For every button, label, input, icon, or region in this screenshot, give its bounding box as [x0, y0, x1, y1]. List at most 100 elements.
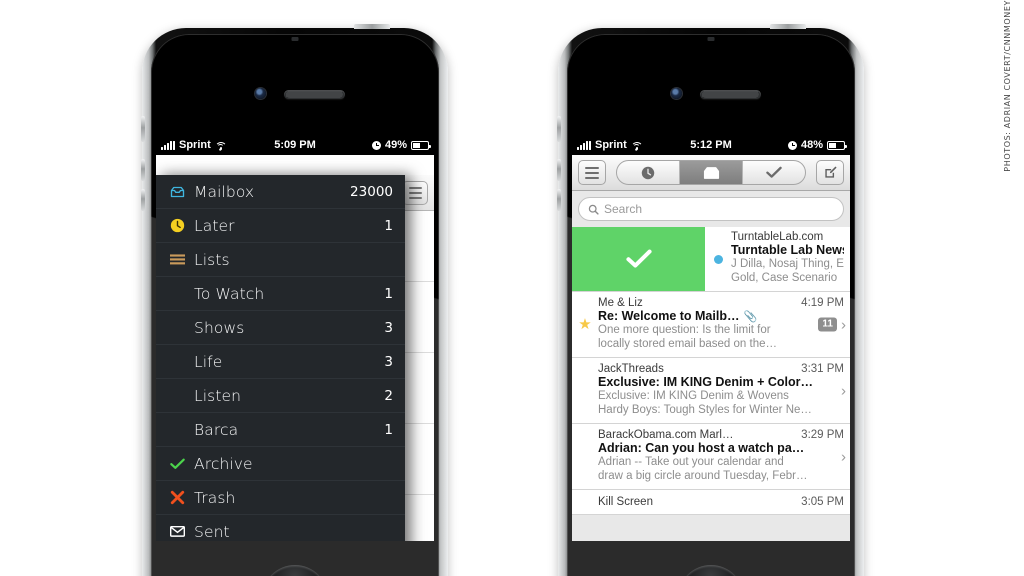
drawer-item-life[interactable]: Life 3 [156, 345, 405, 379]
drawer-item-barca[interactable]: Barca 1 [156, 413, 405, 447]
drawer-item-later[interactable]: Later 1 [156, 209, 405, 243]
email-preview-line1: Adrian -- Take out your calendar and [598, 456, 784, 468]
clock-icon [641, 166, 655, 179]
email-row-gutter [572, 490, 598, 514]
segment-check[interactable] [743, 161, 805, 184]
drawer-item-label: Archive [194, 454, 253, 473]
email-preview-line2: draw a big circle around Tuesday, Febr… [598, 470, 808, 482]
drawer-item-count: 1 [384, 285, 393, 302]
email-preview-line2: Gold, Case Scenario + [731, 272, 838, 284]
email-row[interactable]: Kill Screen 3:05 PM [572, 490, 850, 515]
volume-up-button[interactable] [557, 159, 561, 181]
email-time: 3:29 PM [801, 429, 844, 441]
volume-down-button[interactable] [557, 189, 561, 211]
email-row-accessories: › [841, 449, 846, 464]
power-button[interactable] [770, 24, 806, 29]
email-preview-line1: One more question: Is the limit for [598, 324, 771, 336]
battery-icon [827, 140, 847, 150]
screen-right: Sprint 5:12 PM 48% [572, 135, 850, 541]
drawer-item-count: 1 [384, 421, 393, 438]
drawer-item-listen[interactable]: Listen 2 [156, 379, 405, 413]
view-segmented-control[interactable] [616, 160, 806, 185]
email-subject: Turntable Lab News [731, 243, 844, 257]
star-icon[interactable]: ★ [578, 317, 591, 332]
lists-icon [170, 254, 194, 266]
thread-count-badge: 11 [818, 317, 837, 332]
compose-pencil-icon[interactable] [816, 160, 844, 185]
swipe-archive-action[interactable] [572, 227, 705, 291]
email-row-gutter [705, 227, 731, 291]
drawer-item-label: Shows [194, 318, 245, 337]
status-bar-left: Sprint 5:09 PM 49% [156, 135, 434, 155]
proximity-sensor-icon [291, 37, 299, 41]
hamburger-menu-icon[interactable] [402, 180, 428, 205]
alarm-clock-icon [371, 140, 381, 150]
mailbox-drawer-screen: Mailbox 23000 Later 1 Lists To Watch 1 Shows 3 Li… [156, 155, 434, 541]
volume-down-button[interactable] [141, 189, 145, 211]
inbox-toolbar [572, 155, 850, 191]
alarm-clock-icon [787, 140, 797, 150]
drawer-item-label: Lists [194, 250, 230, 269]
email-subject: Exclusive: IM KING Denim + Color… [598, 375, 813, 389]
chevron-right-icon[interactable]: › [841, 449, 846, 464]
power-button[interactable] [354, 24, 390, 29]
segment-clock[interactable] [617, 161, 680, 184]
mute-switch[interactable] [557, 116, 561, 142]
volume-up-button[interactable] [141, 159, 145, 181]
email-sender: BarackObama.com Marl… [598, 429, 734, 441]
iphone-left: Sprint 5:09 PM 49% [141, 24, 448, 576]
email-preview-line2: locally stored email based on the… [598, 338, 777, 350]
email-preview: One more question: Is the limit for local… [598, 323, 844, 351]
drawer-item-label: Trash [194, 488, 236, 507]
drawer-item-label: Life [194, 352, 223, 371]
email-row-accessories: › [841, 383, 846, 398]
hamburger-menu-icon[interactable] [578, 160, 606, 185]
check-icon [170, 458, 185, 469]
email-row-content: Me & Liz 4:19 PM Re: Welcome to Mailb… 📎 One… [598, 292, 850, 357]
email-row[interactable]: JackThreads 3:31 PM Exclusive: IM KING Den… [572, 358, 850, 424]
inbox-tray-icon [170, 186, 185, 197]
email-subject: Re: Welcome to Mailb… [598, 309, 740, 323]
drawer-item-to-watch[interactable]: To Watch 1 [156, 277, 405, 311]
drawer-item-lists[interactable]: Lists [156, 243, 405, 277]
iphone-right: Sprint 5:12 PM 48% [557, 24, 864, 576]
drawer-item-sent[interactable]: Sent [156, 515, 405, 541]
earpiece-speaker-icon [284, 90, 345, 99]
envelope-icon [170, 526, 185, 537]
proximity-sensor-icon [707, 37, 715, 41]
screenshot-stage: Sprint 5:09 PM 49% [0, 0, 1024, 576]
drawer-item-trash[interactable]: Trash [156, 481, 405, 515]
front-camera-icon [255, 88, 266, 99]
drawer-item-label: Later [194, 216, 235, 235]
segment-inbox-tray[interactable] [680, 161, 743, 184]
drawer-item-mailbox[interactable]: Mailbox 23000 [156, 175, 405, 209]
mute-switch[interactable] [141, 116, 145, 142]
email-preview-line1: J Dilla, Nosaj Thing, E [731, 258, 844, 270]
search-area: Search [572, 191, 850, 227]
email-row-content: BarackObama.com Marl… 3:29 PM Adrian: Can … [598, 424, 850, 489]
chevron-right-icon[interactable]: › [841, 317, 846, 332]
drawer-item-shows[interactable]: Shows 3 [156, 311, 405, 345]
search-placeholder: Search [604, 202, 643, 216]
earpiece-speaker-icon [700, 90, 761, 99]
email-preview: J Dilla, Nosaj Thing, E Gold, Case Scenar… [731, 257, 844, 285]
email-row-content: JackThreads 3:31 PM Exclusive: IM KING Den… [598, 358, 850, 423]
search-input[interactable]: Search [578, 197, 844, 221]
inbox-screen: Search TurntableLab.com Turntable Lab New… [572, 155, 850, 541]
email-subject: Adrian: Can you host a watch pa… [598, 441, 805, 455]
unread-dot-icon [713, 254, 723, 264]
email-sender: Me & Liz [598, 297, 643, 309]
email-time: 3:05 PM [801, 496, 844, 508]
email-row-gutter [572, 424, 598, 489]
email-sender: JackThreads [598, 363, 664, 375]
email-preview-line2: Hardy Boys: Tough Styles for Winter Ne… [598, 404, 812, 416]
email-sender: TurntableLab.com [731, 231, 824, 243]
email-row-content: TurntableLab.com Turntable Lab News J Dill… [731, 227, 850, 291]
email-row[interactable]: TurntableLab.com Turntable Lab News J Dill… [572, 227, 850, 292]
search-icon [588, 204, 599, 215]
chevron-right-icon[interactable]: › [841, 383, 846, 398]
drawer-item-archive[interactable]: Archive [156, 447, 405, 481]
battery-percent-right: 48% [800, 139, 823, 151]
email-row[interactable]: ★ Me & Liz 4:19 PM Re: Welcome to Mailb… 📎 On… [572, 292, 850, 358]
email-row[interactable]: BarackObama.com Marl… 3:29 PM Adrian: Can … [572, 424, 850, 490]
